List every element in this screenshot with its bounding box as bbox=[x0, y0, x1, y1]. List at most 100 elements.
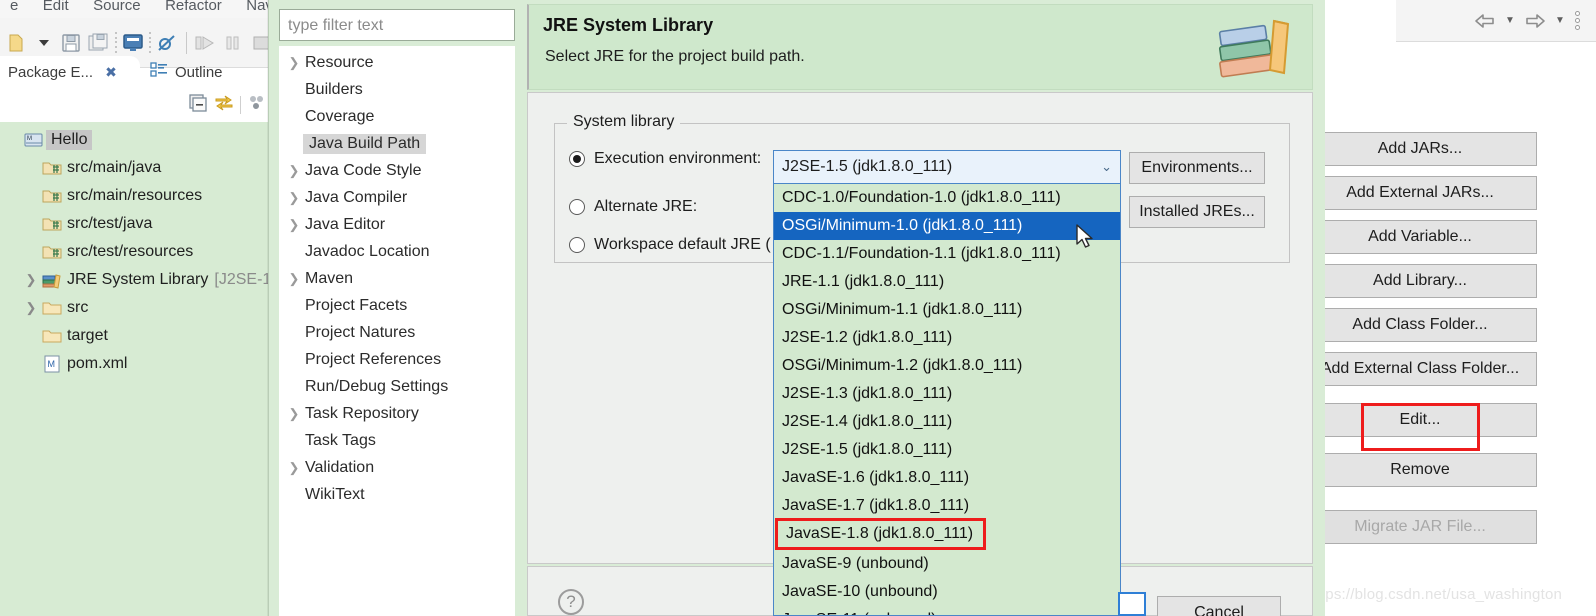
tree-item-hello[interactable]: M Hello bbox=[0, 126, 270, 154]
add-library-button[interactable]: Add Library... bbox=[1303, 264, 1537, 298]
save-all-icon[interactable] bbox=[86, 28, 112, 58]
tree-expand-arrow-icon[interactable]: ❯ bbox=[22, 300, 40, 316]
dropdown-option-javase-1-6-jdk1-8-0-111-[interactable]: JavaSE-1.6 (jdk1.8.0_111) bbox=[774, 464, 1120, 492]
pref-expand-arrow-icon[interactable]: ❯ bbox=[285, 55, 303, 71]
forward-history-caret-icon[interactable]: ▼ bbox=[1552, 6, 1568, 36]
preference-tree[interactable]: ❯ Resource Builders Coverage Java Build Path… bbox=[279, 46, 515, 616]
pref-item-coverage[interactable]: Coverage bbox=[279, 103, 515, 130]
new-wizard-icon[interactable] bbox=[3, 28, 29, 58]
save-icon[interactable] bbox=[59, 28, 85, 58]
toolbar-drag-handle[interactable] bbox=[113, 31, 119, 55]
edit-button[interactable]: Edit... bbox=[1303, 403, 1537, 437]
pref-item-maven[interactable]: ❯ Maven bbox=[279, 265, 515, 292]
dropdown-option-javase-1-8-jdk1-8-0-111-[interactable]: JavaSE-1.8 (jdk1.8.0_111) bbox=[775, 518, 986, 550]
dropdown-option-jre-1-1-jdk1-8-0-111-[interactable]: JRE-1.1 (jdk1.8.0_111) bbox=[774, 268, 1120, 296]
chevron-down-icon[interactable] bbox=[31, 28, 57, 58]
dropdown-option-cdc-1-0-foundation-1-0-jdk1-8-0-111-[interactable]: CDC-1.0/Foundation-1.0 (jdk1.8.0_111) bbox=[774, 184, 1120, 212]
execution-environment-combo[interactable]: J2SE-1.5 (jdk1.8.0_111) ⌄ bbox=[773, 150, 1121, 184]
dropdown-option-j2se-1-4-jdk1-8-0-111-[interactable]: J2SE-1.4 (jdk1.8.0_111) bbox=[774, 408, 1120, 436]
pref-item-builders[interactable]: Builders bbox=[279, 76, 515, 103]
pref-item-validation[interactable]: ❯ Validation bbox=[279, 454, 515, 481]
pref-item-java-compiler[interactable]: ❯ Java Compiler bbox=[279, 184, 515, 211]
close-icon[interactable]: ✖ bbox=[105, 64, 117, 81]
menu-item-refactor[interactable]: Refactor bbox=[155, 0, 232, 15]
pref-expand-arrow-icon[interactable]: ❯ bbox=[285, 217, 303, 233]
pref-expand-arrow-icon[interactable]: ❯ bbox=[285, 163, 303, 179]
chevron-down-icon[interactable]: ⌄ bbox=[1101, 159, 1112, 175]
dropdown-option-javase-9-unbound-[interactable]: JavaSE-9 (unbound) bbox=[774, 550, 1120, 578]
tab-outline[interactable]: Outline bbox=[142, 56, 231, 88]
back-history-caret-icon[interactable]: ▼ bbox=[1502, 6, 1518, 36]
menu-bar[interactable]: e Edit Source Refactor Nav bbox=[0, 0, 275, 18]
pref-item-resource[interactable]: ❯ Resource bbox=[279, 49, 515, 76]
dropdown-option-javase-11-unbound-[interactable]: JavaSE-11 (unbound) bbox=[774, 606, 1120, 615]
pref-item-task-tags[interactable]: Task Tags bbox=[279, 427, 515, 454]
toolbar-overflow-icon[interactable] bbox=[1570, 6, 1584, 36]
forward-arrow-icon[interactable] bbox=[1520, 6, 1550, 36]
menu-item-edit[interactable]: Edit bbox=[33, 0, 79, 15]
pref-expand-arrow-icon[interactable]: ❯ bbox=[285, 190, 303, 206]
pref-item-run-debug-settings[interactable]: Run/Debug Settings bbox=[279, 373, 515, 400]
add-class-folder-button[interactable]: Add Class Folder... bbox=[1303, 308, 1537, 342]
dropdown-option-javase-1-7-jdk1-8-0-111-[interactable]: JavaSE-1.7 (jdk1.8.0_111) bbox=[774, 492, 1120, 520]
dropdown-option-osgi-minimum-1-1-jdk1-8-0-111-[interactable]: OSGi/Minimum-1.1 (jdk1.8.0_111) bbox=[774, 296, 1120, 324]
back-arrow-icon[interactable] bbox=[1470, 6, 1500, 36]
ok-button-partial[interactable] bbox=[1118, 592, 1146, 616]
pref-item-project-natures[interactable]: Project Natures bbox=[279, 319, 515, 346]
tree-item-src-main-java[interactable]: src/main/java bbox=[0, 154, 270, 182]
add-variable-button[interactable]: Add Variable... bbox=[1303, 220, 1537, 254]
link-with-editor-icon[interactable] bbox=[214, 93, 234, 118]
cancel-button[interactable]: Cancel bbox=[1157, 596, 1281, 616]
pref-item-project-facets[interactable]: Project Facets bbox=[279, 292, 515, 319]
menu-item-source[interactable]: Source bbox=[83, 0, 151, 15]
pref-item-wikitext[interactable]: WikiText bbox=[279, 481, 515, 508]
tree-item-target[interactable]: target bbox=[0, 322, 270, 350]
tree-item-jre-system-library[interactable]: ❯ JRE System Library [J2SE-1. bbox=[0, 266, 276, 294]
radio-execution-environment[interactable]: Execution environment: bbox=[569, 150, 761, 168]
run-icon[interactable] bbox=[193, 28, 219, 58]
dropdown-option-javase-10-unbound-[interactable]: JavaSE-10 (unbound) bbox=[774, 578, 1120, 606]
pref-item-java-code-style[interactable]: ❯ Java Code Style bbox=[279, 157, 515, 184]
dropdown-option-j2se-1-3-jdk1-8-0-111-[interactable]: J2SE-1.3 (jdk1.8.0_111) bbox=[774, 380, 1120, 408]
filter-input[interactable]: type filter text bbox=[279, 9, 515, 41]
package-explorer-tree[interactable]: M Hello src/main/java src/main/resources src… bbox=[0, 122, 276, 616]
collapse-all-icon[interactable] bbox=[188, 93, 208, 118]
tree-item-src-main-resources[interactable]: src/main/resources bbox=[0, 182, 270, 210]
add-jars-button[interactable]: Add JARs... bbox=[1303, 132, 1537, 166]
console-icon[interactable] bbox=[120, 28, 146, 58]
pref-item-java-editor[interactable]: ❯ Java Editor bbox=[279, 211, 515, 238]
radio-alternate-jre[interactable]: Alternate JRE: bbox=[569, 198, 697, 216]
tree-expand-arrow-icon[interactable]: ❯ bbox=[22, 272, 40, 288]
pref-item-task-repository[interactable]: ❯ Task Repository bbox=[279, 400, 515, 427]
add-external-jars-button[interactable]: Add External JARs... bbox=[1303, 176, 1537, 210]
tab-package-explorer[interactable]: Package E... ✖ bbox=[0, 56, 140, 88]
tree-item-src-test-resources[interactable]: src/test/resources bbox=[0, 238, 270, 266]
dropdown-option-osgi-minimum-1-2-jdk1-8-0-111-[interactable]: OSGi/Minimum-1.2 (jdk1.8.0_111) bbox=[774, 352, 1120, 380]
environments-button[interactable]: Environments... bbox=[1129, 152, 1265, 184]
view-menu-icon[interactable] bbox=[247, 93, 267, 118]
tree-item-pom-xml[interactable]: Mpom.xml bbox=[0, 350, 270, 378]
pref-item-project-references[interactable]: Project References bbox=[279, 346, 515, 373]
pref-expand-arrow-icon[interactable]: ❯ bbox=[285, 460, 303, 476]
dropdown-option-cdc-1-1-foundation-1-1-jdk1-8-0-111-[interactable]: CDC-1.1/Foundation-1.1 (jdk1.8.0_111) bbox=[774, 240, 1120, 268]
tree-item-src-test-java[interactable]: src/test/java bbox=[0, 210, 270, 238]
pref-expand-arrow-icon[interactable]: ❯ bbox=[285, 406, 303, 422]
add-external-class-folder-button[interactable]: Add External Class Folder... bbox=[1303, 352, 1537, 386]
skip-breakpoints-icon[interactable] bbox=[154, 28, 180, 58]
execution-environment-dropdown[interactable]: CDC-1.0/Foundation-1.0 (jdk1.8.0_111) OSG… bbox=[773, 184, 1121, 616]
radio-workspace-default-jre[interactable]: Workspace default JRE ( bbox=[569, 236, 771, 254]
pref-item-java-build-path[interactable]: Java Build Path bbox=[279, 130, 515, 157]
dropdown-option-osgi-minimum-1-0-jdk1-8-0-111-[interactable]: OSGi/Minimum-1.0 (jdk1.8.0_111) bbox=[774, 212, 1120, 240]
button-label: Remove bbox=[1390, 461, 1450, 478]
installed-jres-button[interactable]: Installed JREs... bbox=[1129, 196, 1265, 228]
menu-item-0[interactable]: e bbox=[0, 0, 28, 15]
toolbar-drag-handle-2[interactable] bbox=[147, 31, 153, 55]
remove-button[interactable]: Remove bbox=[1303, 453, 1537, 487]
help-icon[interactable]: ? bbox=[558, 589, 584, 615]
pref-expand-arrow-icon[interactable]: ❯ bbox=[285, 271, 303, 287]
tree-item-src[interactable]: ❯ src bbox=[0, 294, 270, 322]
dropdown-option-j2se-1-5-jdk1-8-0-111-[interactable]: J2SE-1.5 (jdk1.8.0_111) bbox=[774, 436, 1120, 464]
pause-icon[interactable] bbox=[220, 28, 246, 58]
dropdown-option-j2se-1-2-jdk1-8-0-111-[interactable]: J2SE-1.2 (jdk1.8.0_111) bbox=[774, 324, 1120, 352]
pref-item-javadoc-location[interactable]: Javadoc Location bbox=[279, 238, 515, 265]
